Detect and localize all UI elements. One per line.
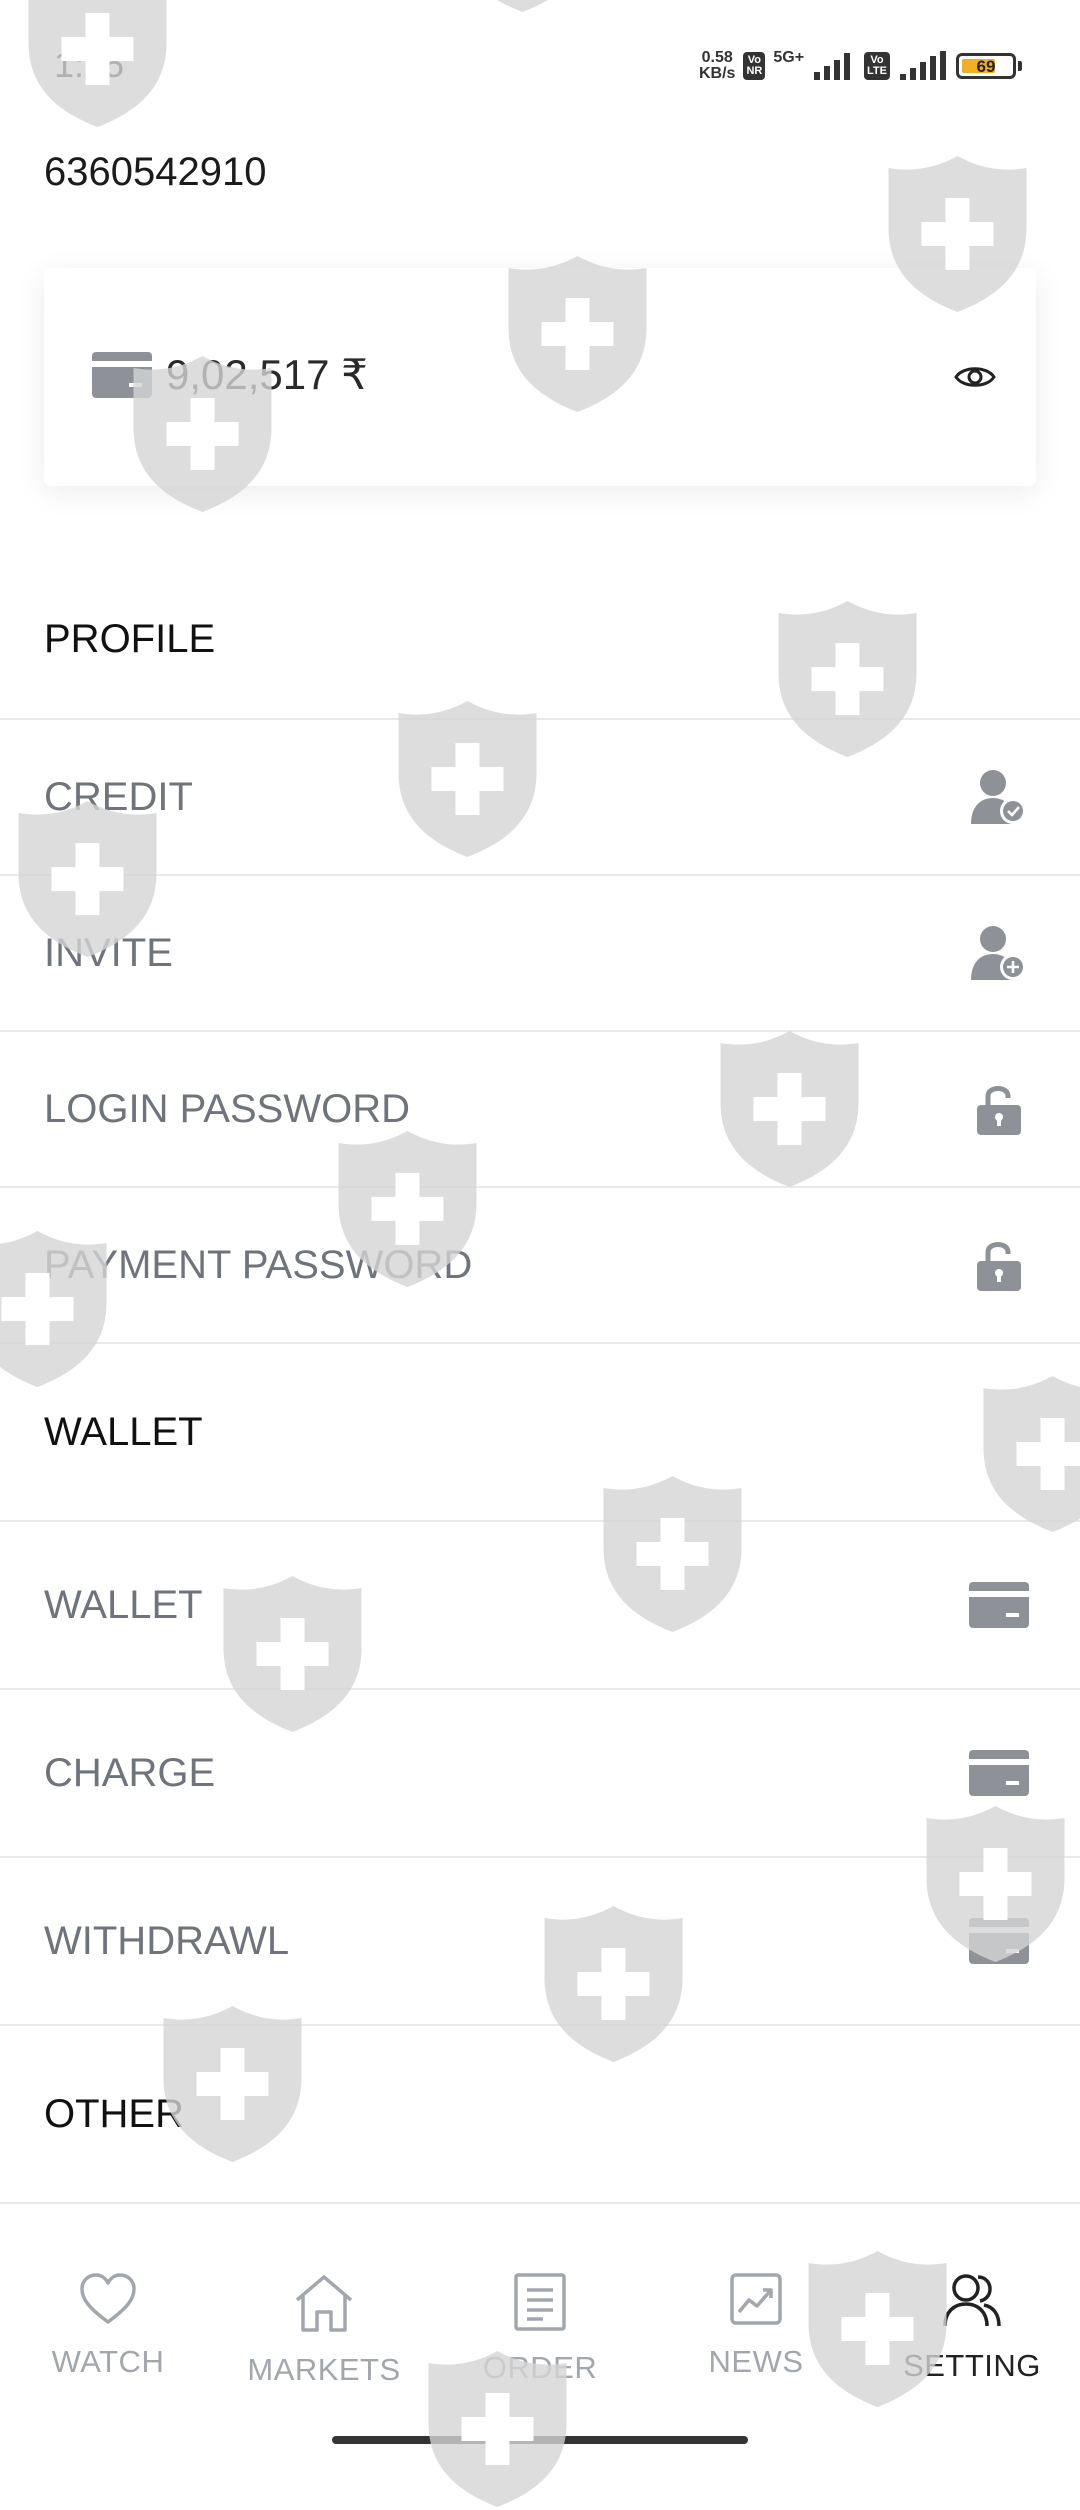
nav-watch[interactable]: WATCH xyxy=(0,2250,216,2420)
nav-watch-label: WATCH xyxy=(51,2344,165,2379)
balance-card: 9,02,517 ₹ xyxy=(44,268,1036,486)
wallet-icon xyxy=(964,1918,1034,1964)
bottom-nav: WATCH MARKETS ORDER NEWS SETTING xyxy=(0,2250,1080,2420)
menu-item-credit[interactable]: CREDIT xyxy=(0,720,1080,876)
menu-item-payment-password[interactable]: PAYMENT PASSWORD xyxy=(0,1188,1080,1344)
status-time: 1:05 xyxy=(54,44,125,85)
nav-order-label: ORDER xyxy=(482,2350,598,2385)
chart-icon xyxy=(730,2273,782,2325)
battery-level: 69 xyxy=(976,57,996,76)
heart-icon xyxy=(80,2273,136,2324)
user-add-icon xyxy=(964,924,1034,982)
vonr-chip-bottom: NR xyxy=(746,65,763,77)
home-icon xyxy=(295,2275,353,2332)
balance-amount: 9,02,517 ₹ xyxy=(166,351,368,398)
nav-markets-label: MARKETS xyxy=(247,2352,401,2387)
status-bar: 1:05 0.58 KB/s Vo NR 5G+ Vo LTE 69 xyxy=(0,0,1080,128)
volte-chip: Vo LTE xyxy=(864,52,890,80)
volte-chip-bottom: LTE xyxy=(867,65,887,77)
account-id: 6360542910 xyxy=(44,150,267,194)
signal-icon-2 xyxy=(900,51,946,80)
lock-icon xyxy=(964,1239,1034,1291)
nav-markets[interactable]: MARKETS xyxy=(216,2250,432,2420)
nav-news-label: NEWS xyxy=(708,2344,804,2379)
menu-item-wallet-label: WALLET xyxy=(44,1582,203,1627)
menu-item-login-password-label: LOGIN PASSWORD xyxy=(44,1086,410,1131)
eye-icon[interactable] xyxy=(954,362,996,397)
settings-menu: PROFILE CREDIT INVITE LOGIN PASSWORD PAY… xyxy=(0,560,1080,2204)
status-icons: 0.58 KB/s Vo NR 5G+ Vo LTE 69 xyxy=(699,46,1022,86)
section-header-profile: PROFILE xyxy=(0,560,1080,720)
section-header-other: OTHER xyxy=(0,2026,1080,2204)
menu-item-withdraw[interactable]: WITHDRAWL xyxy=(0,1858,1080,2026)
menu-item-withdraw-label: WITHDRAWL xyxy=(44,1918,290,1963)
battery-tip xyxy=(1018,61,1022,71)
battery-icon: 69 xyxy=(956,53,1022,79)
wallet-icon xyxy=(92,352,152,403)
network-speed-value: 0.58 xyxy=(701,49,733,66)
document-icon xyxy=(514,2273,566,2331)
nav-order[interactable]: ORDER xyxy=(432,2250,648,2420)
menu-item-charge[interactable]: CHARGE xyxy=(0,1690,1080,1858)
menu-item-charge-label: CHARGE xyxy=(44,1750,216,1795)
menu-item-invite[interactable]: INVITE xyxy=(0,876,1080,1032)
network-type: 5G+ xyxy=(773,49,805,66)
lock-icon xyxy=(964,1083,1034,1135)
menu-item-wallet[interactable]: WALLET xyxy=(0,1522,1080,1690)
home-indicator[interactable] xyxy=(332,2436,748,2444)
menu-item-login-password[interactable]: LOGIN PASSWORD xyxy=(0,1032,1080,1188)
signal-icon xyxy=(814,53,851,80)
vonr-chip: Vo NR xyxy=(743,52,766,80)
section-header-wallet: WALLET xyxy=(0,1344,1080,1522)
wallet-icon xyxy=(964,1750,1034,1796)
network-speed: 0.58 KB/s xyxy=(699,50,735,82)
menu-item-payment-password-label: PAYMENT PASSWORD xyxy=(44,1242,473,1287)
wallet-icon xyxy=(964,1582,1034,1628)
nav-setting-label: SETTING xyxy=(903,2348,1041,2383)
user-check-icon xyxy=(964,768,1034,826)
nav-news[interactable]: NEWS xyxy=(648,2250,864,2420)
menu-item-credit-label: CREDIT xyxy=(44,774,193,819)
users-icon xyxy=(943,2274,1001,2327)
menu-item-invite-label: INVITE xyxy=(44,930,173,975)
network-speed-unit: KB/s xyxy=(699,65,736,82)
nav-setting[interactable]: SETTING xyxy=(864,2250,1080,2420)
